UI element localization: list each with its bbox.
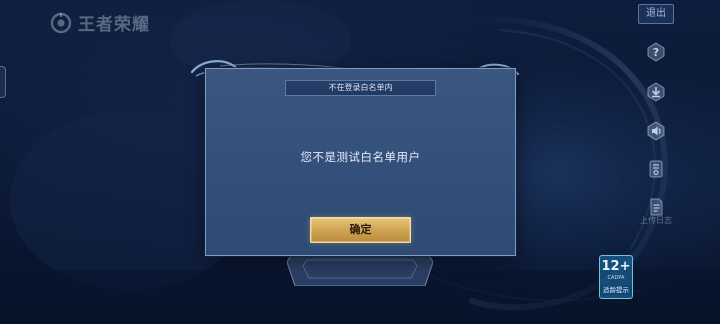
dialog-title: 不在登录白名单内 <box>285 80 436 96</box>
side-panel-handle[interactable] <box>0 66 6 98</box>
speaker-icon[interactable] <box>646 121 666 141</box>
age-rating-code: CADPA <box>607 275 625 281</box>
logo-text: 王者荣耀 <box>78 15 150 35</box>
age-rating-number: 12+ <box>601 259 631 274</box>
age-rating-tip: 适龄提示 <box>600 285 632 295</box>
game-login-screen: 王者荣耀 退出 ? 上传日志 12+ CADPA 适龄提示 不在登录白名单内 您… <box>0 0 720 324</box>
download-icon[interactable] <box>646 82 666 102</box>
game-logo: 王者荣耀 <box>50 10 150 35</box>
whitelist-dialog: 不在登录白名单内 您不是测试白名单用户 确定 <box>205 68 516 256</box>
age-rating-badge: 12+ CADPA 适龄提示 <box>599 255 633 299</box>
exit-button[interactable]: 退出 <box>638 4 674 24</box>
dialog-message: 您不是测试白名单用户 <box>300 150 421 164</box>
upload-log-icon[interactable] <box>646 197 666 217</box>
logo-emblem-icon <box>50 12 72 33</box>
confirm-button[interactable]: 确定 <box>310 217 411 243</box>
svg-text:?: ? <box>653 46 659 59</box>
help-icon[interactable]: ? <box>646 42 666 62</box>
repair-icon[interactable] <box>646 159 666 179</box>
upload-log-label[interactable]: 上传日志 <box>638 215 674 226</box>
